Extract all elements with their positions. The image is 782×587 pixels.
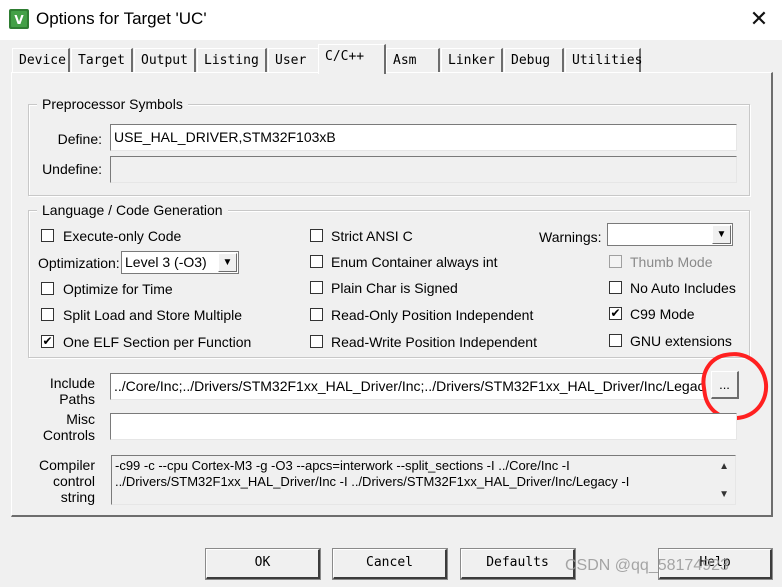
optimization-value: Level 3 (-O3) (125, 254, 207, 270)
tab-c-cpp[interactable]: C/C++ (318, 44, 386, 74)
chevron-down-icon[interactable]: ▼ (218, 253, 237, 272)
optimization-label: Optimization: (38, 255, 120, 271)
close-icon[interactable]: ✕ (743, 4, 775, 36)
rw-pi-checkbox[interactable] (310, 335, 323, 348)
enum-container-label: Enum Container always int (331, 254, 498, 270)
one-elf-label: One ELF Section per Function (63, 334, 252, 350)
include-paths-label-line1: Include (49, 375, 95, 391)
split-load-label: Split Load and Store Multiple (63, 307, 242, 323)
no-auto-includes-checkbox[interactable] (609, 281, 622, 294)
gnu-ext-label: GNU extensions (630, 333, 732, 349)
include-paths-field[interactable]: ../Core/Inc;../Drivers/STM32F1xx_HAL_Dri… (110, 373, 706, 400)
strict-ansi-checkbox[interactable] (310, 229, 323, 242)
thumb-mode-checkbox (609, 255, 622, 268)
ok-button[interactable]: OK (205, 548, 321, 580)
optimization-select[interactable]: Level 3 (-O3) ▼ (121, 251, 239, 274)
warnings-label: Warnings: (539, 229, 602, 245)
cancel-button[interactable]: Cancel (332, 548, 448, 580)
rw-pi-label: Read-Write Position Independent (331, 334, 537, 350)
c99-mode-label: C99 Mode (630, 306, 695, 322)
title-bar: V Options for Target 'UC' ✕ (0, 0, 782, 40)
one-elf-checkbox[interactable]: ✔ (41, 335, 54, 348)
uvision-app-icon: V (9, 9, 29, 29)
scroll-down-icon[interactable]: ▼ (719, 490, 729, 500)
chevron-down-icon[interactable]: ▼ (712, 225, 731, 244)
plain-char-checkbox[interactable] (310, 281, 323, 294)
define-field[interactable]: USE_HAL_DRIVER,STM32F103xB (110, 124, 737, 151)
tab-utilities[interactable]: Utilities (565, 48, 642, 73)
svg-text:V: V (14, 13, 24, 27)
misc-controls-field[interactable] (110, 413, 737, 440)
misc-controls-label-line2: Controls (42, 427, 95, 443)
scroll-up-icon[interactable]: ▲ (719, 462, 729, 472)
undefine-label: Undefine: (42, 161, 102, 177)
include-paths-label-line2: Paths (59, 391, 95, 407)
preprocessor-group-title: Preprocessor Symbols (37, 96, 188, 112)
checkmark-icon: ✔ (610, 306, 621, 320)
execute-only-checkbox[interactable] (41, 229, 54, 242)
warnings-select[interactable]: ▼ (607, 223, 733, 246)
plain-char-label: Plain Char is Signed (331, 280, 458, 296)
language-group-title: Language / Code Generation (37, 202, 228, 218)
compiler-control-label-line1: Compiler (38, 457, 95, 473)
gnu-ext-checkbox[interactable] (609, 334, 622, 347)
compiler-control-line-1: -c99 -c --cpu Cortex-M3 -g -O3 --apcs=in… (115, 458, 570, 473)
tab-listing[interactable]: Listing (197, 48, 267, 73)
include-paths-browse-button[interactable]: ... (711, 371, 739, 399)
optimize-time-checkbox[interactable] (41, 282, 54, 295)
compiler-control-label-line2: control (52, 473, 95, 489)
execute-only-label: Execute-only Code (63, 228, 182, 244)
split-load-checkbox[interactable] (41, 308, 54, 321)
tab-target[interactable]: Target (71, 48, 133, 73)
tab-device[interactable]: Device (12, 48, 70, 73)
compiler-control-label-line3: string (60, 489, 95, 505)
misc-controls-label-line1: Misc (66, 411, 95, 427)
strict-ansi-label: Strict ANSI C (331, 228, 413, 244)
tab-linker[interactable]: Linker (441, 48, 503, 73)
c99-mode-checkbox[interactable]: ✔ (609, 307, 622, 320)
tab-strip: Device Target Output Listing User C/C++ … (12, 44, 772, 74)
compiler-control-line-2: ../Drivers/STM32F1xx_HAL_Driver/Inc -I .… (115, 474, 630, 489)
tab-debug[interactable]: Debug (504, 48, 564, 73)
define-label: Define: (57, 131, 102, 147)
compiler-control-string[interactable]: -c99 -c --cpu Cortex-M3 -g -O3 --apcs=in… (111, 455, 736, 505)
ro-pi-checkbox[interactable] (310, 308, 323, 321)
undefine-field[interactable] (110, 156, 737, 183)
checkmark-icon: ✔ (42, 334, 53, 348)
no-auto-includes-label: No Auto Includes (630, 280, 736, 296)
enum-container-checkbox[interactable] (310, 255, 323, 268)
optimize-time-label: Optimize for Time (63, 281, 173, 297)
window-title: Options for Target 'UC' (36, 9, 207, 28)
tab-asm[interactable]: Asm (386, 48, 440, 73)
csdn-watermark: CSDN @qq_58174923 (565, 557, 729, 574)
tab-output[interactable]: Output (134, 48, 196, 73)
defaults-button[interactable]: Defaults (460, 548, 576, 580)
ro-pi-label: Read-Only Position Independent (331, 307, 534, 323)
thumb-mode-label: Thumb Mode (630, 254, 713, 270)
